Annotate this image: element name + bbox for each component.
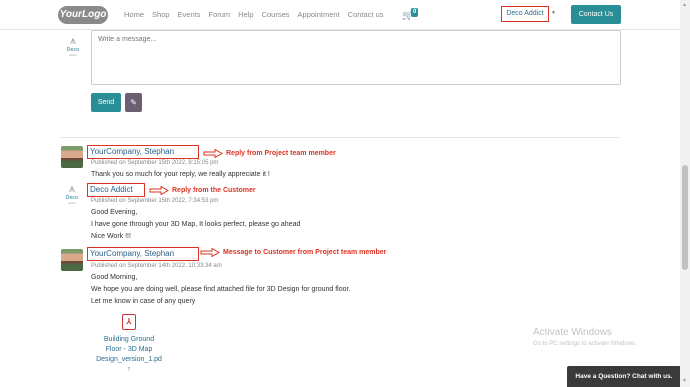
nav-help[interactable]: Help xyxy=(238,10,253,19)
annotation-message-team: Message to Customer from Project team me… xyxy=(200,248,386,257)
published-date: Published on September 15th 2022, 8:15:0… xyxy=(91,160,219,166)
message-line: Good Evening, xyxy=(91,209,138,216)
top-navbar: YourLogo Home Shop Events Forum Help Cou… xyxy=(0,0,680,30)
chevron-down-icon[interactable]: ▼ xyxy=(551,10,556,16)
stephan-avatar xyxy=(61,249,83,271)
nav-events[interactable]: Events xyxy=(178,10,201,19)
paperclip-icon: ✎ xyxy=(130,98,137,107)
scrollbar-thumb[interactable] xyxy=(682,165,688,270)
attachment-name-line[interactable]: Design_version_1.pd xyxy=(89,355,169,365)
attachment-name-line[interactable]: Building Ground xyxy=(89,335,169,345)
message-line: Thank you so much for your reply, we rea… xyxy=(91,171,270,178)
annotation-text: Reply from Project team member xyxy=(226,150,336,157)
nav-appointment[interactable]: Appointment xyxy=(298,10,340,19)
message-input[interactable] xyxy=(91,30,621,85)
message-author: YourCompany, Stephan xyxy=(87,247,199,261)
nav-forum[interactable]: Forum xyxy=(208,10,230,19)
logo[interactable]: YourLogo xyxy=(58,6,108,24)
scroll-down-icon[interactable]: ▼ xyxy=(682,378,687,384)
download-arrow-icon[interactable]: ↑ xyxy=(89,366,169,373)
arrow-right-icon xyxy=(200,248,220,257)
message-author: Deco Addict xyxy=(87,183,145,197)
live-chat-button[interactable]: Have a Question? Chat with us. xyxy=(567,366,681,387)
message-author: YourCompany, Stephan xyxy=(87,145,199,159)
attachment-pdf[interactable]: ⅄ Building Ground Floor - 3D Map Design_… xyxy=(89,311,169,373)
arrow-right-icon xyxy=(149,186,169,195)
user-menu-button[interactable]: Deco Addict xyxy=(501,6,549,22)
divider xyxy=(60,137,620,138)
deco-logo-icon: ⩚ xyxy=(69,35,77,47)
annotation-reply-team: Reply from Project team member xyxy=(203,149,336,158)
message-line: Let me know in case of any query xyxy=(91,298,196,305)
message-line: Good Morning, xyxy=(91,274,138,281)
deco-addict-avatar: ⩚ Deco addict xyxy=(61,184,83,206)
nav-shop[interactable]: Shop xyxy=(152,10,170,19)
attach-file-button[interactable]: ✎ xyxy=(125,93,142,112)
nav-home[interactable]: Home xyxy=(124,10,144,19)
cart-count-badge: 0 xyxy=(411,8,419,17)
annotation-text: Reply from the Customer xyxy=(172,187,256,194)
main-nav: Home Shop Events Forum Help Courses Appo… xyxy=(124,10,384,19)
send-button[interactable]: Send xyxy=(91,93,121,112)
message-line: I have gone through your 3D Map, It look… xyxy=(91,221,301,228)
activate-windows-subtitle: Go to PC settings to activate Windows. xyxy=(533,341,637,347)
page-scrollbar[interactable]: ▲ ▼ xyxy=(680,0,690,387)
cart-button[interactable]: 🛒 0 xyxy=(402,8,420,21)
arrow-right-icon xyxy=(203,149,223,158)
annotation-reply-customer: Reply from the Customer xyxy=(149,186,256,195)
published-date: Published on September 15th 2022, 7:34:5… xyxy=(91,198,219,204)
attachment-name-line[interactable]: Floor - 3D Map xyxy=(89,345,169,355)
message-line: Nice Work !!! xyxy=(91,233,131,240)
customer-avatar: ⩚ Deco addict xyxy=(63,36,83,58)
annotation-text: Message to Customer from Project team me… xyxy=(223,249,387,256)
nav-contact-us[interactable]: Contact us xyxy=(348,10,384,19)
activate-windows-title: Activate Windows xyxy=(533,327,612,338)
nav-courses[interactable]: Courses xyxy=(262,10,290,19)
stephan-avatar xyxy=(61,146,83,168)
pdf-icon: ⅄ xyxy=(122,314,136,330)
published-date: Published on September 14th 2022, 10:33:… xyxy=(91,263,222,269)
deco-logo-icon: ⩚ xyxy=(68,183,76,195)
avatar-sub: addict xyxy=(67,201,76,205)
avatar-sub: addict xyxy=(68,53,77,57)
message-line: We hope you are doing well, please find … xyxy=(91,286,351,293)
scroll-up-icon[interactable]: ▲ xyxy=(682,2,687,8)
contact-us-button[interactable]: Contact Us xyxy=(571,5,621,24)
